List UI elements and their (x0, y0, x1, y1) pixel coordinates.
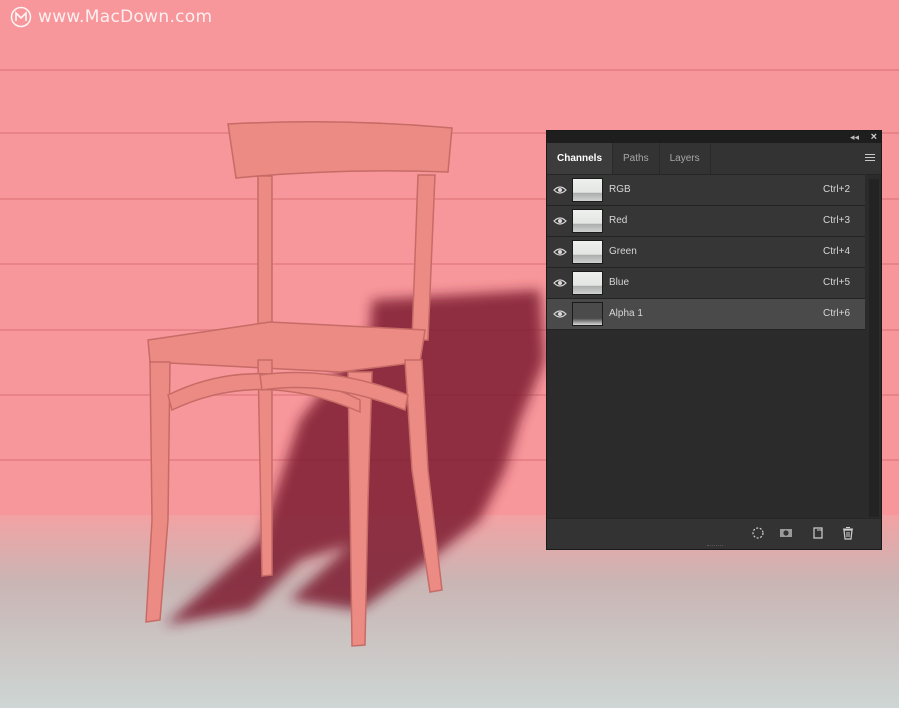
eye-icon[interactable] (553, 216, 567, 226)
panel-tabs: Channels Paths Layers (547, 143, 881, 175)
eye-icon[interactable] (553, 185, 567, 195)
new-channel-icon[interactable] (811, 526, 825, 540)
macdown-logo-icon (10, 6, 32, 28)
channel-name: Red (609, 215, 628, 226)
channels-panel: ◂◂ × Channels Paths Layers RGB Ctrl+2 Re… (546, 130, 882, 550)
panel-menu-icon[interactable] (865, 154, 875, 163)
load-selection-icon[interactable] (751, 526, 765, 540)
save-selection-icon[interactable] (779, 526, 793, 540)
channel-shortcut: Ctrl+2 (823, 184, 850, 195)
resize-grip[interactable] (707, 545, 723, 548)
channel-name: Alpha 1 (609, 308, 643, 319)
close-icon[interactable]: × (871, 130, 877, 144)
channel-shortcut: Ctrl+5 (823, 277, 850, 288)
channel-shortcut: Ctrl+4 (823, 246, 850, 257)
channel-thumbnail (572, 271, 603, 295)
channel-row-green[interactable]: Green Ctrl+4 (547, 237, 865, 268)
channels-list: RGB Ctrl+2 Red Ctrl+3 Green Ctrl+4 Blue … (547, 175, 865, 518)
eye-icon[interactable] (553, 247, 567, 257)
panel-bottom-bar (547, 518, 881, 549)
channel-row-red[interactable]: Red Ctrl+3 (547, 206, 865, 237)
watermark: www.MacDown.com (10, 6, 212, 28)
channel-thumbnail (572, 209, 603, 233)
tab-layers[interactable]: Layers (660, 143, 711, 174)
scrollbar[interactable] (869, 179, 879, 517)
eye-icon[interactable] (553, 309, 567, 319)
trash-icon[interactable] (841, 526, 855, 540)
channel-thumbnail (572, 240, 603, 264)
channel-row-rgb[interactable]: RGB Ctrl+2 (547, 175, 865, 206)
tab-paths[interactable]: Paths (613, 143, 660, 174)
channel-shortcut: Ctrl+3 (823, 215, 850, 226)
collapse-icon[interactable]: ◂◂ (850, 131, 859, 143)
tab-channels[interactable]: Channels (547, 143, 614, 174)
channel-row-blue[interactable]: Blue Ctrl+5 (547, 268, 865, 299)
channel-thumbnail (572, 178, 603, 202)
channel-name: Blue (609, 277, 630, 288)
eye-icon[interactable] (553, 278, 567, 288)
watermark-text: www.MacDown.com (38, 7, 213, 27)
channel-shortcut: Ctrl+6 (823, 308, 850, 319)
channel-name: RGB (609, 184, 631, 195)
channel-thumbnail (572, 302, 603, 326)
channel-name: Green (609, 246, 637, 257)
channel-row-alpha-1[interactable]: Alpha 1 Ctrl+6 (547, 299, 865, 330)
panel-titlebar[interactable]: ◂◂ × (547, 131, 881, 143)
